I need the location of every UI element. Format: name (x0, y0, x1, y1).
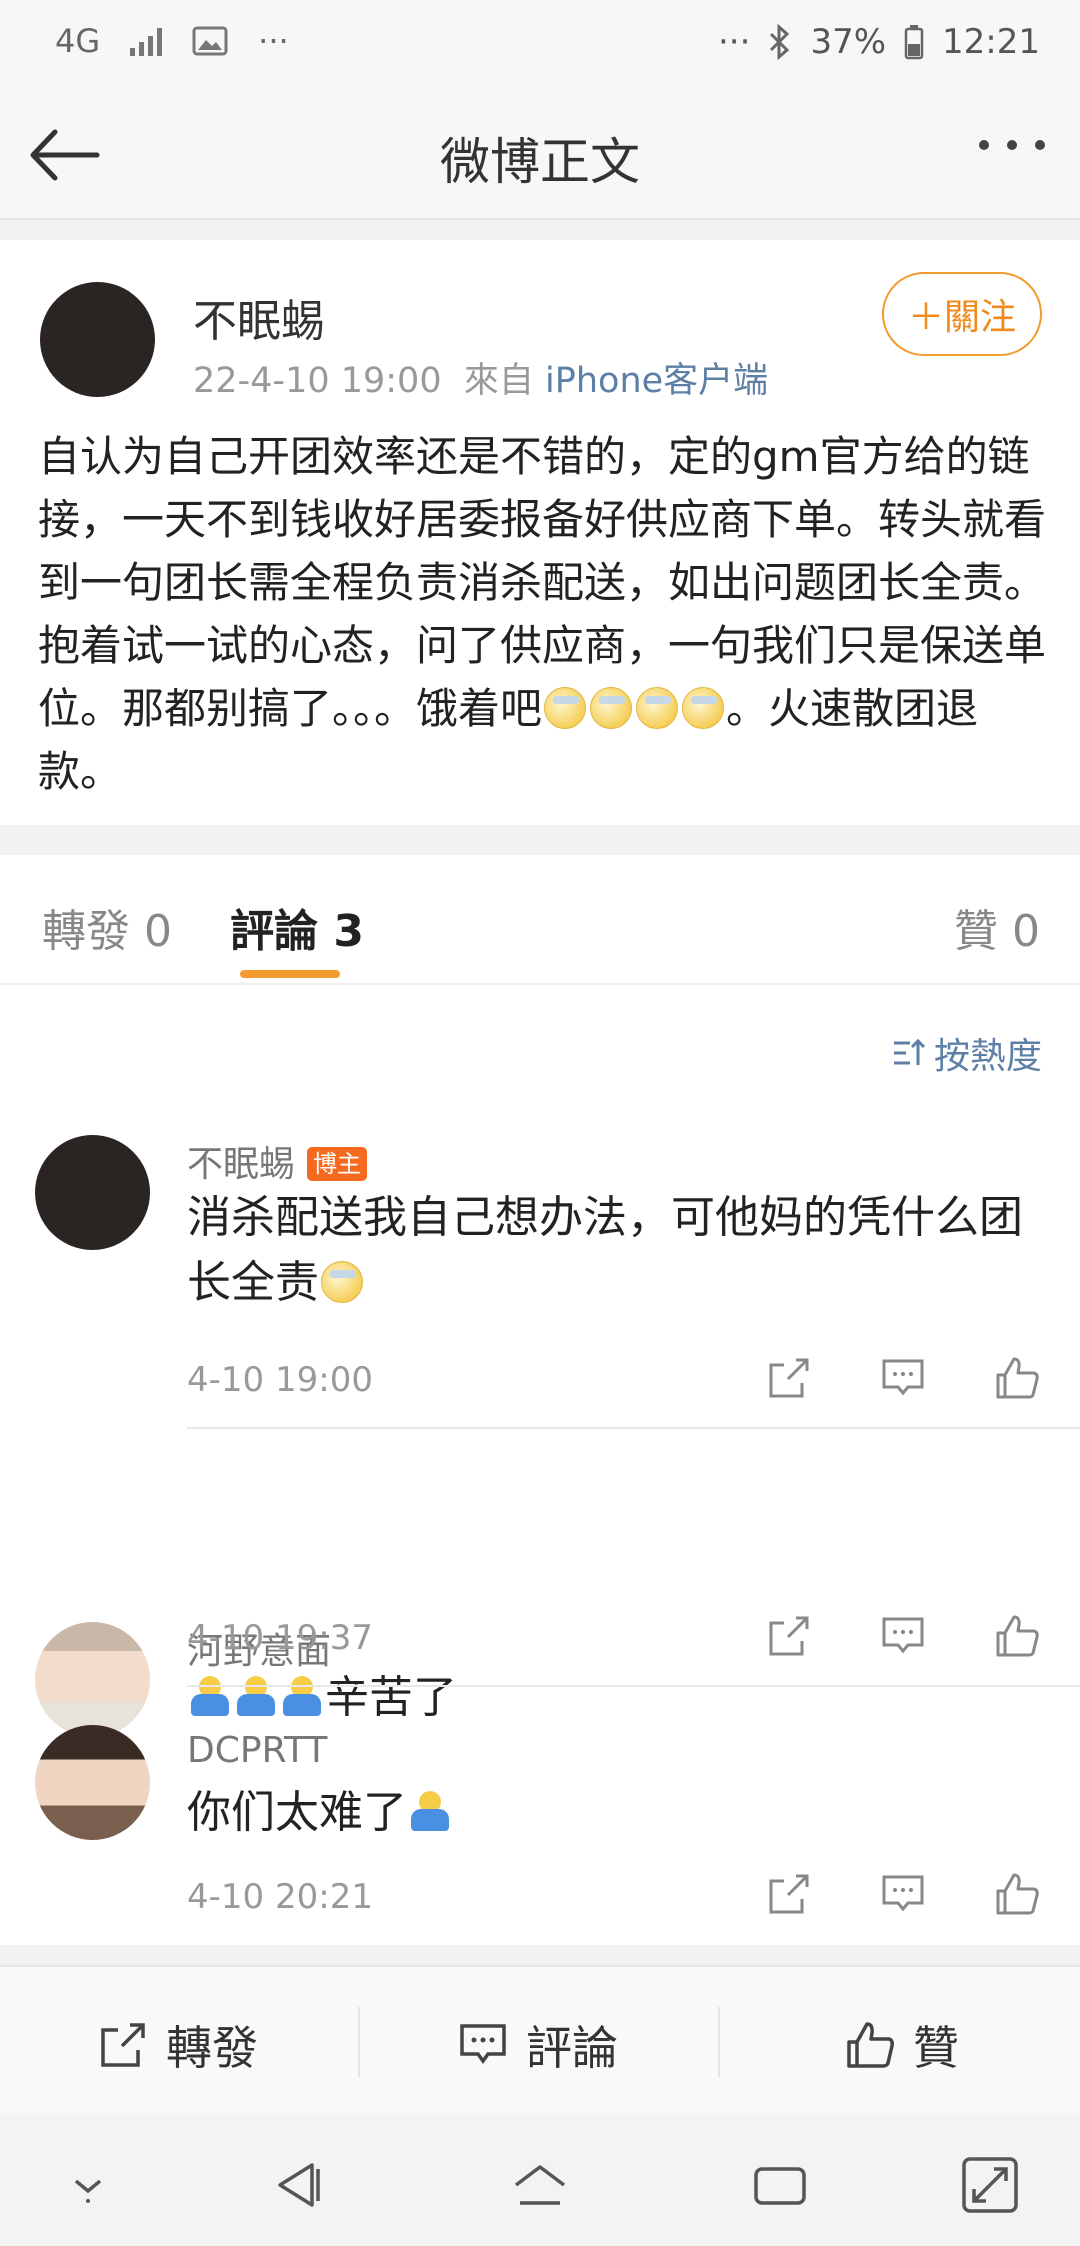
comment-divider (187, 1685, 1080, 1687)
post-tabs: 轉發 0 評論 3 贊 0 (0, 855, 1080, 985)
more-options-icon[interactable] (979, 140, 1045, 150)
commenter-avatar[interactable] (35, 1135, 150, 1250)
commenter-name[interactable]: 不眠蜴 博主 (187, 1135, 368, 1187)
sick-face-emoji-icon (682, 687, 725, 729)
comment-text: 你们太难了 (187, 1780, 453, 1845)
sick-face-emoji-icon (544, 687, 587, 729)
post-meta: 22-4-10 19:00 來自 iPhone客户端 (193, 352, 768, 403)
comment-icon[interactable] (880, 1871, 926, 1917)
like-icon[interactable] (994, 1355, 1040, 1401)
chevron-down-icon[interactable] (58, 2155, 118, 2215)
follow-button[interactable]: ＋關注 (882, 272, 1042, 356)
comment-icon[interactable] (880, 1613, 926, 1659)
sort-label: 按熱度 (933, 1036, 1042, 1077)
comment-text: 消杀配送我自己想办法，可他妈的凭什么团长全责 (187, 1192, 1023, 1308)
comment-icon[interactable] (880, 1355, 926, 1401)
toolbar-divider (718, 2007, 720, 2077)
comment-time: 4-10 19:00 (187, 1360, 373, 1400)
network-indicator: 4G (55, 22, 101, 60)
post-date: 22-4-10 19:00 (193, 361, 442, 401)
commenter-avatar[interactable] (35, 1725, 150, 1840)
back-icon[interactable] (268, 2155, 328, 2215)
author-avatar[interactable] (40, 282, 155, 397)
like-icon[interactable] (994, 1871, 1040, 1917)
notification-more: ··· (258, 22, 289, 60)
comment-list: 按熱度 不眠蜴 博主 消杀配送我自己想办法，可他妈的凭什么团长全责 4-10 19… (0, 985, 1080, 1945)
repost-icon[interactable] (766, 1355, 812, 1401)
battery-icon (904, 25, 924, 60)
author-badge: 博主 (307, 1147, 368, 1181)
repost-icon[interactable] (766, 1613, 812, 1659)
repost-button[interactable]: 轉發 (98, 2012, 258, 2078)
hug-emoji-icon (235, 1676, 277, 1718)
like-icon (847, 2022, 894, 2068)
comment-actions (766, 1355, 1040, 1401)
status-bar: 4G ··· ··· 37% 12:21 (0, 0, 1080, 90)
comment-time: 4-10 20:21 (187, 1877, 373, 1917)
sick-face-emoji-icon (636, 687, 679, 729)
from-label: 來自 (463, 361, 534, 401)
comment-text: 辛苦了 (187, 1665, 1057, 1730)
like-icon[interactable] (994, 1613, 1040, 1659)
comment-button[interactable]: 評論 (458, 2012, 618, 2078)
active-tab-indicator (240, 970, 340, 978)
comment-icon (460, 2024, 506, 2065)
sort-icon (893, 1038, 926, 1065)
hug-emoji-icon (281, 1676, 323, 1718)
sort-by-hot-button[interactable]: 按熱度 (890, 1027, 1042, 1079)
comment-actions (766, 1871, 1040, 1917)
comment-divider (187, 1427, 1080, 1429)
nav-bar: 微博正文 (0, 90, 1080, 220)
comment-actions (766, 1613, 1040, 1659)
system-navigation-bar (0, 2115, 1080, 2246)
repost-icon (101, 2023, 145, 2067)
battery-percent: 37% (810, 22, 887, 62)
signal-icon (130, 26, 163, 56)
repost-icon[interactable] (766, 1871, 812, 1917)
tab-likes[interactable]: 贊 0 (954, 895, 1040, 959)
home-icon[interactable] (510, 2155, 570, 2215)
hug-emoji-icon (409, 1791, 451, 1833)
commenter-avatar[interactable] (35, 1622, 150, 1737)
commenter-name[interactable]: DCPRTT (187, 1730, 327, 1771)
like-button[interactable]: 贊 (845, 2012, 959, 2078)
status-more: ··· (718, 22, 751, 62)
toolbar-divider (358, 2007, 360, 2077)
bluetooth-icon (770, 24, 790, 60)
author-name[interactable]: 不眠蜴 (193, 285, 325, 349)
page-title: 微博正文 (440, 133, 640, 191)
post-card: 不眠蜴 22-4-10 19:00 來自 iPhone客户端 ＋關注 自认为自己… (0, 240, 1080, 825)
tab-comments[interactable]: 評論 3 (230, 895, 364, 959)
bottom-toolbar: 轉發 評論 贊 (0, 1965, 1080, 2115)
tab-repost[interactable]: 轉發 0 (42, 895, 172, 959)
post-text: 自认为自己开团效率还是不错的，定的gm官方给的链接，一天不到钱收好居委报备好供应… (38, 432, 1047, 796)
expand-icon[interactable] (960, 2155, 1020, 2215)
hug-emoji-icon (189, 1676, 231, 1718)
comment-time: 4-10 19:37 (187, 1618, 373, 1658)
clock: 12:21 (942, 22, 1040, 62)
sick-face-emoji-icon (590, 687, 633, 729)
sick-face-emoji-icon (321, 1261, 363, 1303)
recent-apps-icon[interactable] (750, 2155, 810, 2215)
image-icon (192, 26, 228, 56)
post-source[interactable]: iPhone客户端 (545, 361, 768, 401)
